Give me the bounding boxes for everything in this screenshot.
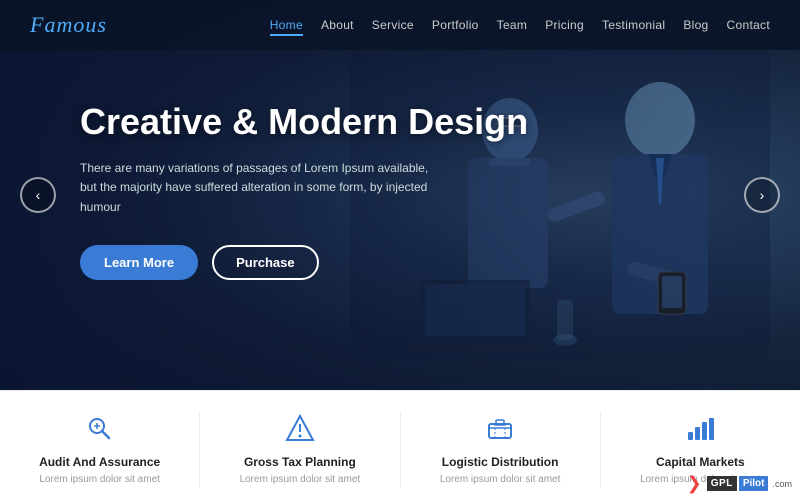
learn-more-button[interactable]: Learn More — [80, 245, 198, 280]
watermark: ❯ GPL Pilot .com — [687, 473, 792, 494]
nav-item-about[interactable]: About — [321, 16, 354, 34]
hero-section: ‹ Creative & Modern Design There are man… — [0, 0, 800, 390]
hero-content: Creative & Modern Design There are many … — [80, 100, 528, 280]
watermark-com: .com — [772, 479, 792, 489]
nav-item-contact[interactable]: Contact — [727, 16, 770, 34]
watermark-gpl: GPL — [707, 476, 737, 491]
service-title-tax: Gross Tax Planning — [244, 455, 356, 469]
nav-item-home[interactable]: Home — [270, 16, 303, 34]
service-item-tax: Gross Tax Planning Lorem ipsum dolor sit… — [200, 411, 400, 487]
hero-buttons: Learn More Purchase — [80, 245, 528, 280]
nav-link-contact[interactable]: Contact — [727, 18, 770, 32]
hero-prev-button[interactable]: ‹ — [20, 177, 56, 213]
nav-item-pricing[interactable]: Pricing — [545, 16, 584, 34]
watermark-pilot: Pilot — [739, 476, 769, 491]
purchase-button[interactable]: Purchase — [212, 245, 319, 280]
nav-link-service[interactable]: Service — [372, 18, 414, 32]
audit-icon — [85, 411, 115, 447]
nav-links: Home About Service Portfolio Team Pricin… — [270, 16, 770, 34]
watermark-icon: ❯ — [687, 473, 702, 494]
navbar: Famous Home About Service Portfolio Team… — [0, 0, 800, 50]
service-item-audit: Audit And Assurance Lorem ipsum dolor si… — [0, 411, 200, 487]
tax-icon — [285, 411, 315, 447]
service-title-capital: Capital Markets — [656, 455, 745, 469]
nav-link-about[interactable]: About — [321, 18, 354, 32]
services-strip: Audit And Assurance Lorem ipsum dolor si… — [0, 390, 800, 502]
nav-link-testimonial[interactable]: Testimonial — [602, 18, 665, 32]
hero-next-button[interactable]: › — [744, 177, 780, 213]
nav-item-portfolio[interactable]: Portfolio — [432, 16, 479, 34]
service-desc-tax: Lorem ipsum dolor sit amet — [240, 473, 361, 487]
hero-description: There are many variations of passages of… — [80, 159, 440, 217]
nav-link-home[interactable]: Home — [270, 18, 303, 36]
nav-item-service[interactable]: Service — [372, 16, 414, 34]
nav-item-team[interactable]: Team — [497, 16, 528, 34]
nav-item-blog[interactable]: Blog — [683, 16, 708, 34]
service-desc-logistic: Lorem ipsum dolor sit amet — [440, 473, 561, 487]
nav-link-blog[interactable]: Blog — [683, 18, 708, 32]
hero-title: Creative & Modern Design — [80, 100, 528, 143]
service-title-logistic: Logistic Distribution — [442, 455, 559, 469]
service-title-audit: Audit And Assurance — [39, 455, 160, 469]
service-desc-audit: Lorem ipsum dolor sit amet — [39, 473, 160, 487]
nav-link-team[interactable]: Team — [497, 18, 528, 32]
logistic-icon — [485, 411, 515, 447]
brand-logo[interactable]: Famous — [30, 12, 107, 38]
nav-link-pricing[interactable]: Pricing — [545, 18, 584, 32]
nav-link-portfolio[interactable]: Portfolio — [432, 18, 479, 32]
service-item-logistic: Logistic Distribution Lorem ipsum dolor … — [401, 411, 601, 487]
capital-icon — [685, 411, 715, 447]
nav-item-testimonial[interactable]: Testimonial — [602, 16, 665, 34]
